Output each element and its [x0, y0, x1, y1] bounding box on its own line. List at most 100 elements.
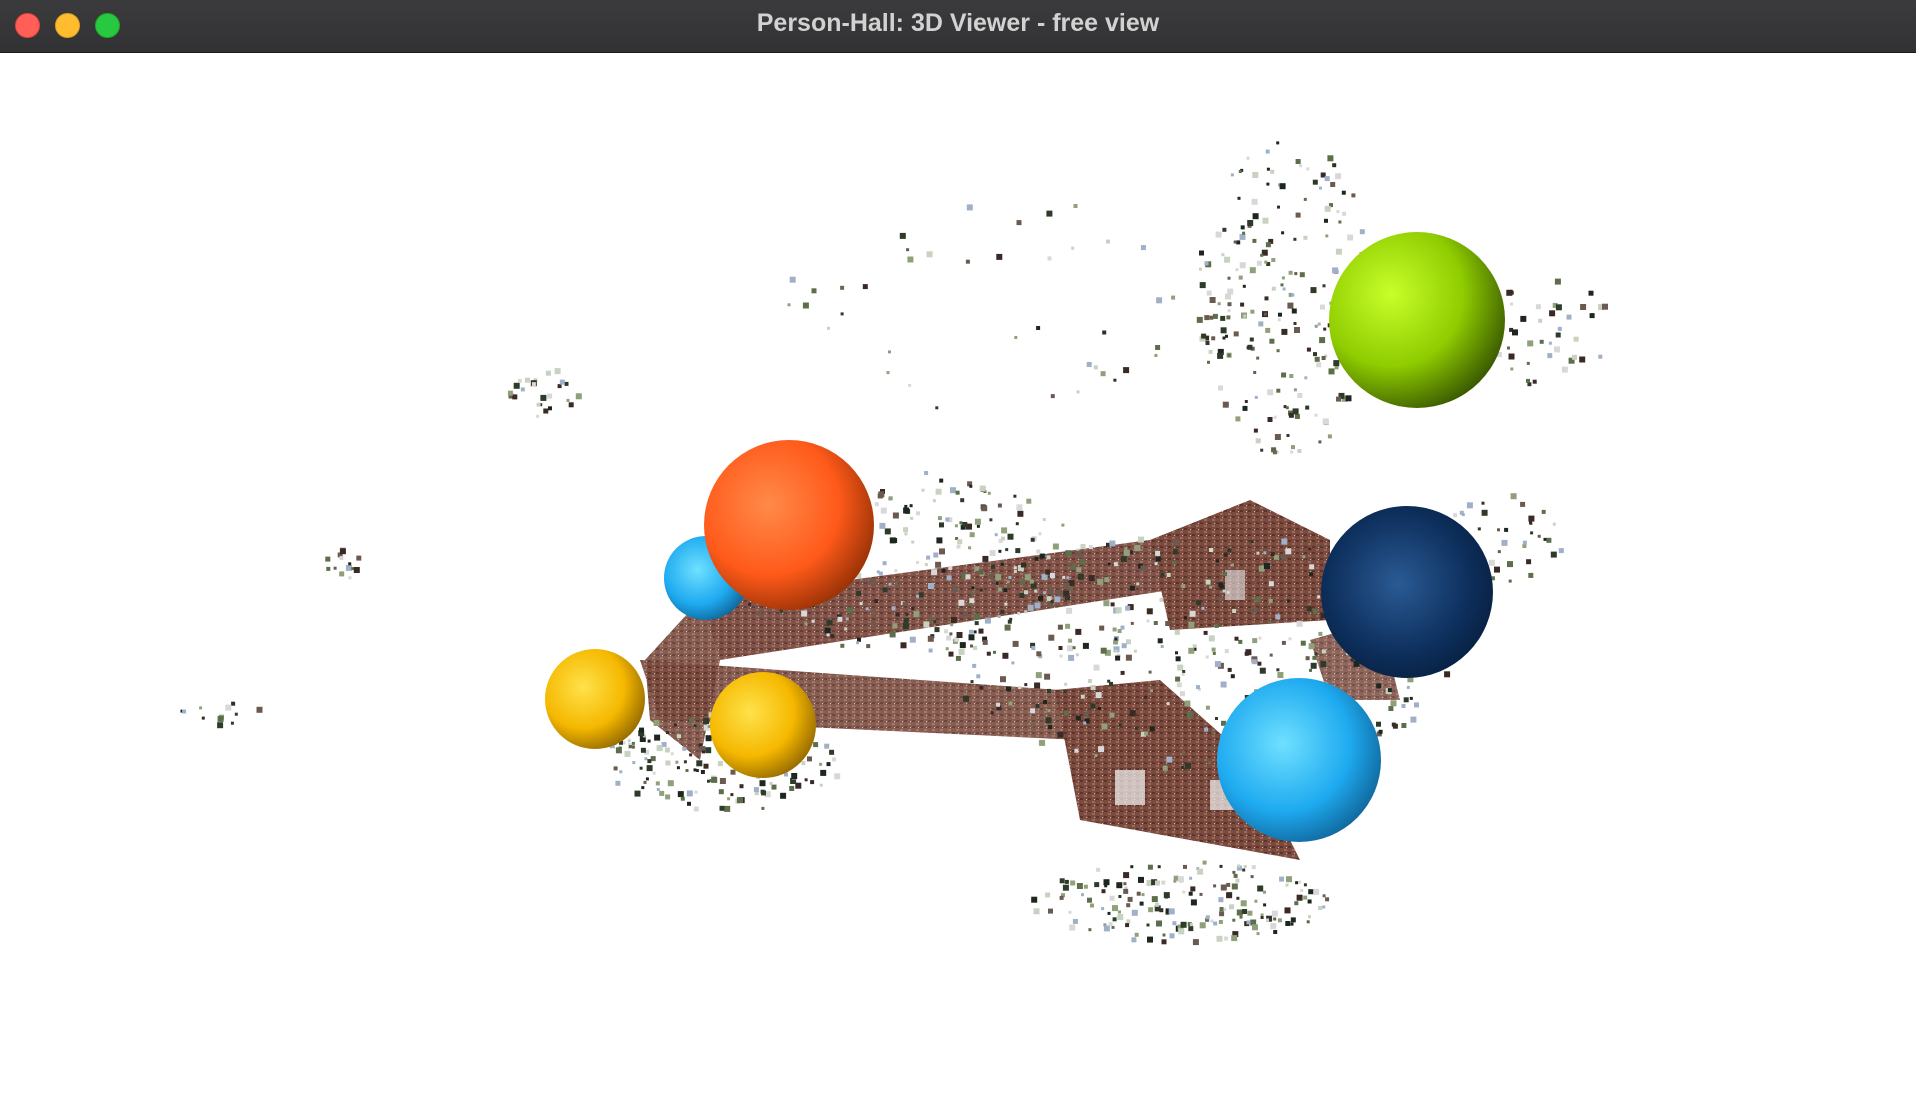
cloud-point	[1251, 607, 1258, 614]
cloud-point	[1548, 341, 1552, 345]
cloud-point	[1555, 304, 1562, 311]
title-bar[interactable]: Person-Hall: 3D Viewer - free view	[0, 0, 1916, 53]
cloud-point	[1112, 917, 1117, 922]
cloud-point	[1029, 579, 1034, 584]
3d-viewport[interactable]	[0, 53, 1916, 1096]
cloud-point	[1325, 234, 1329, 238]
cloud-point	[1138, 536, 1144, 543]
cloud-point	[1034, 682, 1041, 689]
cloud-point	[656, 788, 660, 791]
cloud-point	[926, 251, 933, 258]
cloud-point	[939, 478, 944, 483]
camera-sphere-orange[interactable]	[704, 440, 874, 610]
cloud-point	[1082, 642, 1089, 649]
cloud-point	[1192, 644, 1197, 649]
cloud-point	[982, 555, 989, 562]
cloud-point	[1174, 629, 1180, 635]
cloud-point	[1072, 646, 1076, 650]
cloud-point	[339, 548, 346, 555]
cloud-point	[1345, 395, 1352, 402]
cloud-point	[1196, 685, 1200, 690]
cloud-point	[1528, 572, 1534, 578]
cloud-point	[1199, 267, 1202, 271]
cloud-point	[913, 611, 920, 618]
cloud-point	[1268, 620, 1272, 624]
cloud-point	[1267, 389, 1274, 396]
cloud-point	[1256, 260, 1262, 266]
cloud-point	[1350, 658, 1354, 662]
cloud-point	[1481, 509, 1488, 516]
cloud-point	[683, 760, 687, 764]
cloud-point	[1223, 552, 1228, 557]
cloud-point	[1106, 239, 1110, 244]
cloud-point	[1004, 602, 1008, 606]
cloud-point	[182, 709, 187, 714]
cloud-point	[339, 556, 344, 561]
cloud-point	[696, 760, 703, 767]
scene-canvas[interactable]	[0, 53, 1916, 1096]
cloud-point	[1020, 579, 1026, 585]
cloud-point	[872, 611, 876, 615]
cloud-point	[531, 382, 536, 387]
camera-sphere-lime[interactable]	[1329, 232, 1505, 408]
cloud-point	[948, 566, 953, 570]
cloud-point	[946, 635, 952, 641]
cloud-point	[1126, 639, 1131, 645]
cloud-point	[1203, 630, 1208, 635]
cloud-point	[1218, 920, 1223, 924]
cloud-point	[895, 581, 899, 585]
cloud-point	[1210, 919, 1214, 923]
cloud-point	[1125, 923, 1130, 928]
cloud-point	[644, 757, 648, 761]
cloud-point	[1235, 878, 1240, 883]
cloud-point	[1050, 600, 1054, 604]
cloud-point	[348, 562, 352, 566]
cloud-point	[1327, 155, 1334, 162]
camera-sphere-navy[interactable]	[1321, 506, 1493, 678]
cloud-point	[1159, 597, 1164, 602]
camera-sphere-yellow-right[interactable]	[710, 672, 816, 778]
camera-sphere-yellow-left[interactable]	[545, 649, 645, 749]
cloud-point	[1588, 290, 1594, 296]
cloud-point	[1166, 702, 1170, 706]
cloud-point	[1213, 921, 1218, 926]
cloud-point	[884, 528, 891, 535]
cloud-point	[1314, 413, 1318, 417]
cloud-point	[1288, 270, 1293, 275]
cloud-point	[1147, 936, 1153, 943]
cloud-point	[1295, 159, 1301, 164]
cloud-point	[1263, 551, 1267, 555]
cloud-point	[933, 552, 939, 558]
cloud-point	[1226, 590, 1230, 594]
cloud-point	[1309, 564, 1315, 570]
cloud-point	[899, 232, 906, 239]
cloud-point	[333, 566, 337, 570]
cloud-point	[1064, 879, 1069, 884]
cloud-point	[1211, 647, 1216, 652]
cloud-point	[1249, 337, 1254, 342]
cloud-point	[1109, 540, 1116, 547]
cloud-point	[1253, 428, 1258, 433]
cloud-point	[1039, 553, 1045, 559]
cloud-point	[1252, 924, 1258, 931]
cloud-point	[1175, 656, 1181, 662]
cloud-point	[1268, 581, 1274, 587]
cloud-point	[1324, 218, 1328, 223]
cloud-point	[1215, 559, 1219, 563]
cloud-point	[1444, 671, 1451, 678]
cloud-point	[1212, 651, 1216, 655]
cloud-point	[987, 491, 991, 495]
cloud-point	[945, 517, 950, 522]
cloud-point	[948, 651, 954, 657]
cloud-point	[1223, 907, 1227, 911]
camera-sphere-light-blue-large[interactable]	[1217, 678, 1381, 842]
cloud-point	[1221, 253, 1225, 257]
cloud-point	[1391, 722, 1396, 727]
cloud-point	[1184, 700, 1191, 707]
cloud-point	[665, 794, 671, 800]
cloud-point	[1215, 717, 1218, 720]
cloud-point	[1260, 253, 1264, 257]
cloud-point	[911, 607, 915, 610]
cloud-point	[1589, 313, 1595, 319]
cloud-point	[956, 544, 961, 549]
